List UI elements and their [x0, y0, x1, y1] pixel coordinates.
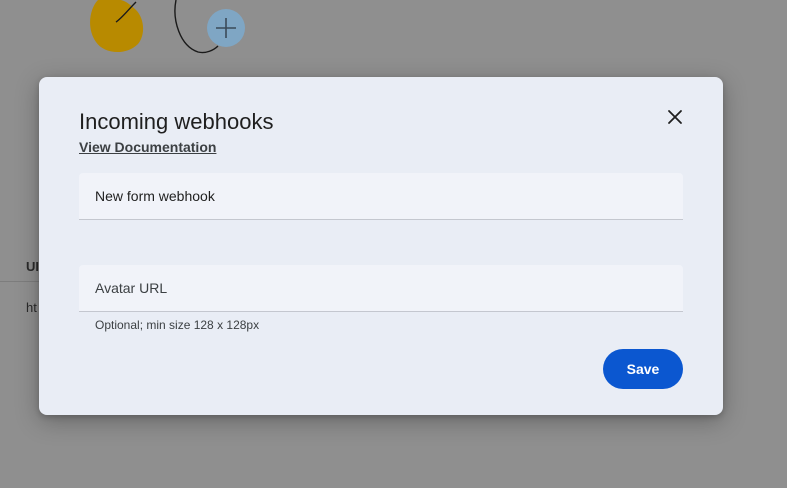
- close-button[interactable]: [661, 103, 689, 131]
- save-button[interactable]: Save: [603, 349, 683, 389]
- table-column-header: UI: [26, 259, 39, 274]
- avatar-url-field[interactable]: Avatar URL: [79, 265, 683, 312]
- table-cell: ht: [26, 300, 37, 315]
- dialog-title: Incoming webhooks: [79, 109, 274, 134]
- avatar-url-placeholder: Avatar URL: [95, 280, 168, 296]
- close-icon: [668, 110, 682, 124]
- webhook-name-field[interactable]: New form webhook: [79, 173, 683, 220]
- illustration-graphic: [90, 0, 245, 54]
- incoming-webhooks-dialog: Incoming webhooks View Documentation New…: [39, 77, 723, 415]
- empty-state-illustration: [80, 0, 260, 60]
- avatar-url-helper-text: Optional; min size 128 x 128px: [95, 318, 260, 332]
- view-documentation-link[interactable]: View Documentation: [79, 139, 216, 155]
- webhook-name-value: New form webhook: [95, 188, 215, 204]
- app-page: UI ht Incoming webhooks View Documentati…: [0, 0, 787, 488]
